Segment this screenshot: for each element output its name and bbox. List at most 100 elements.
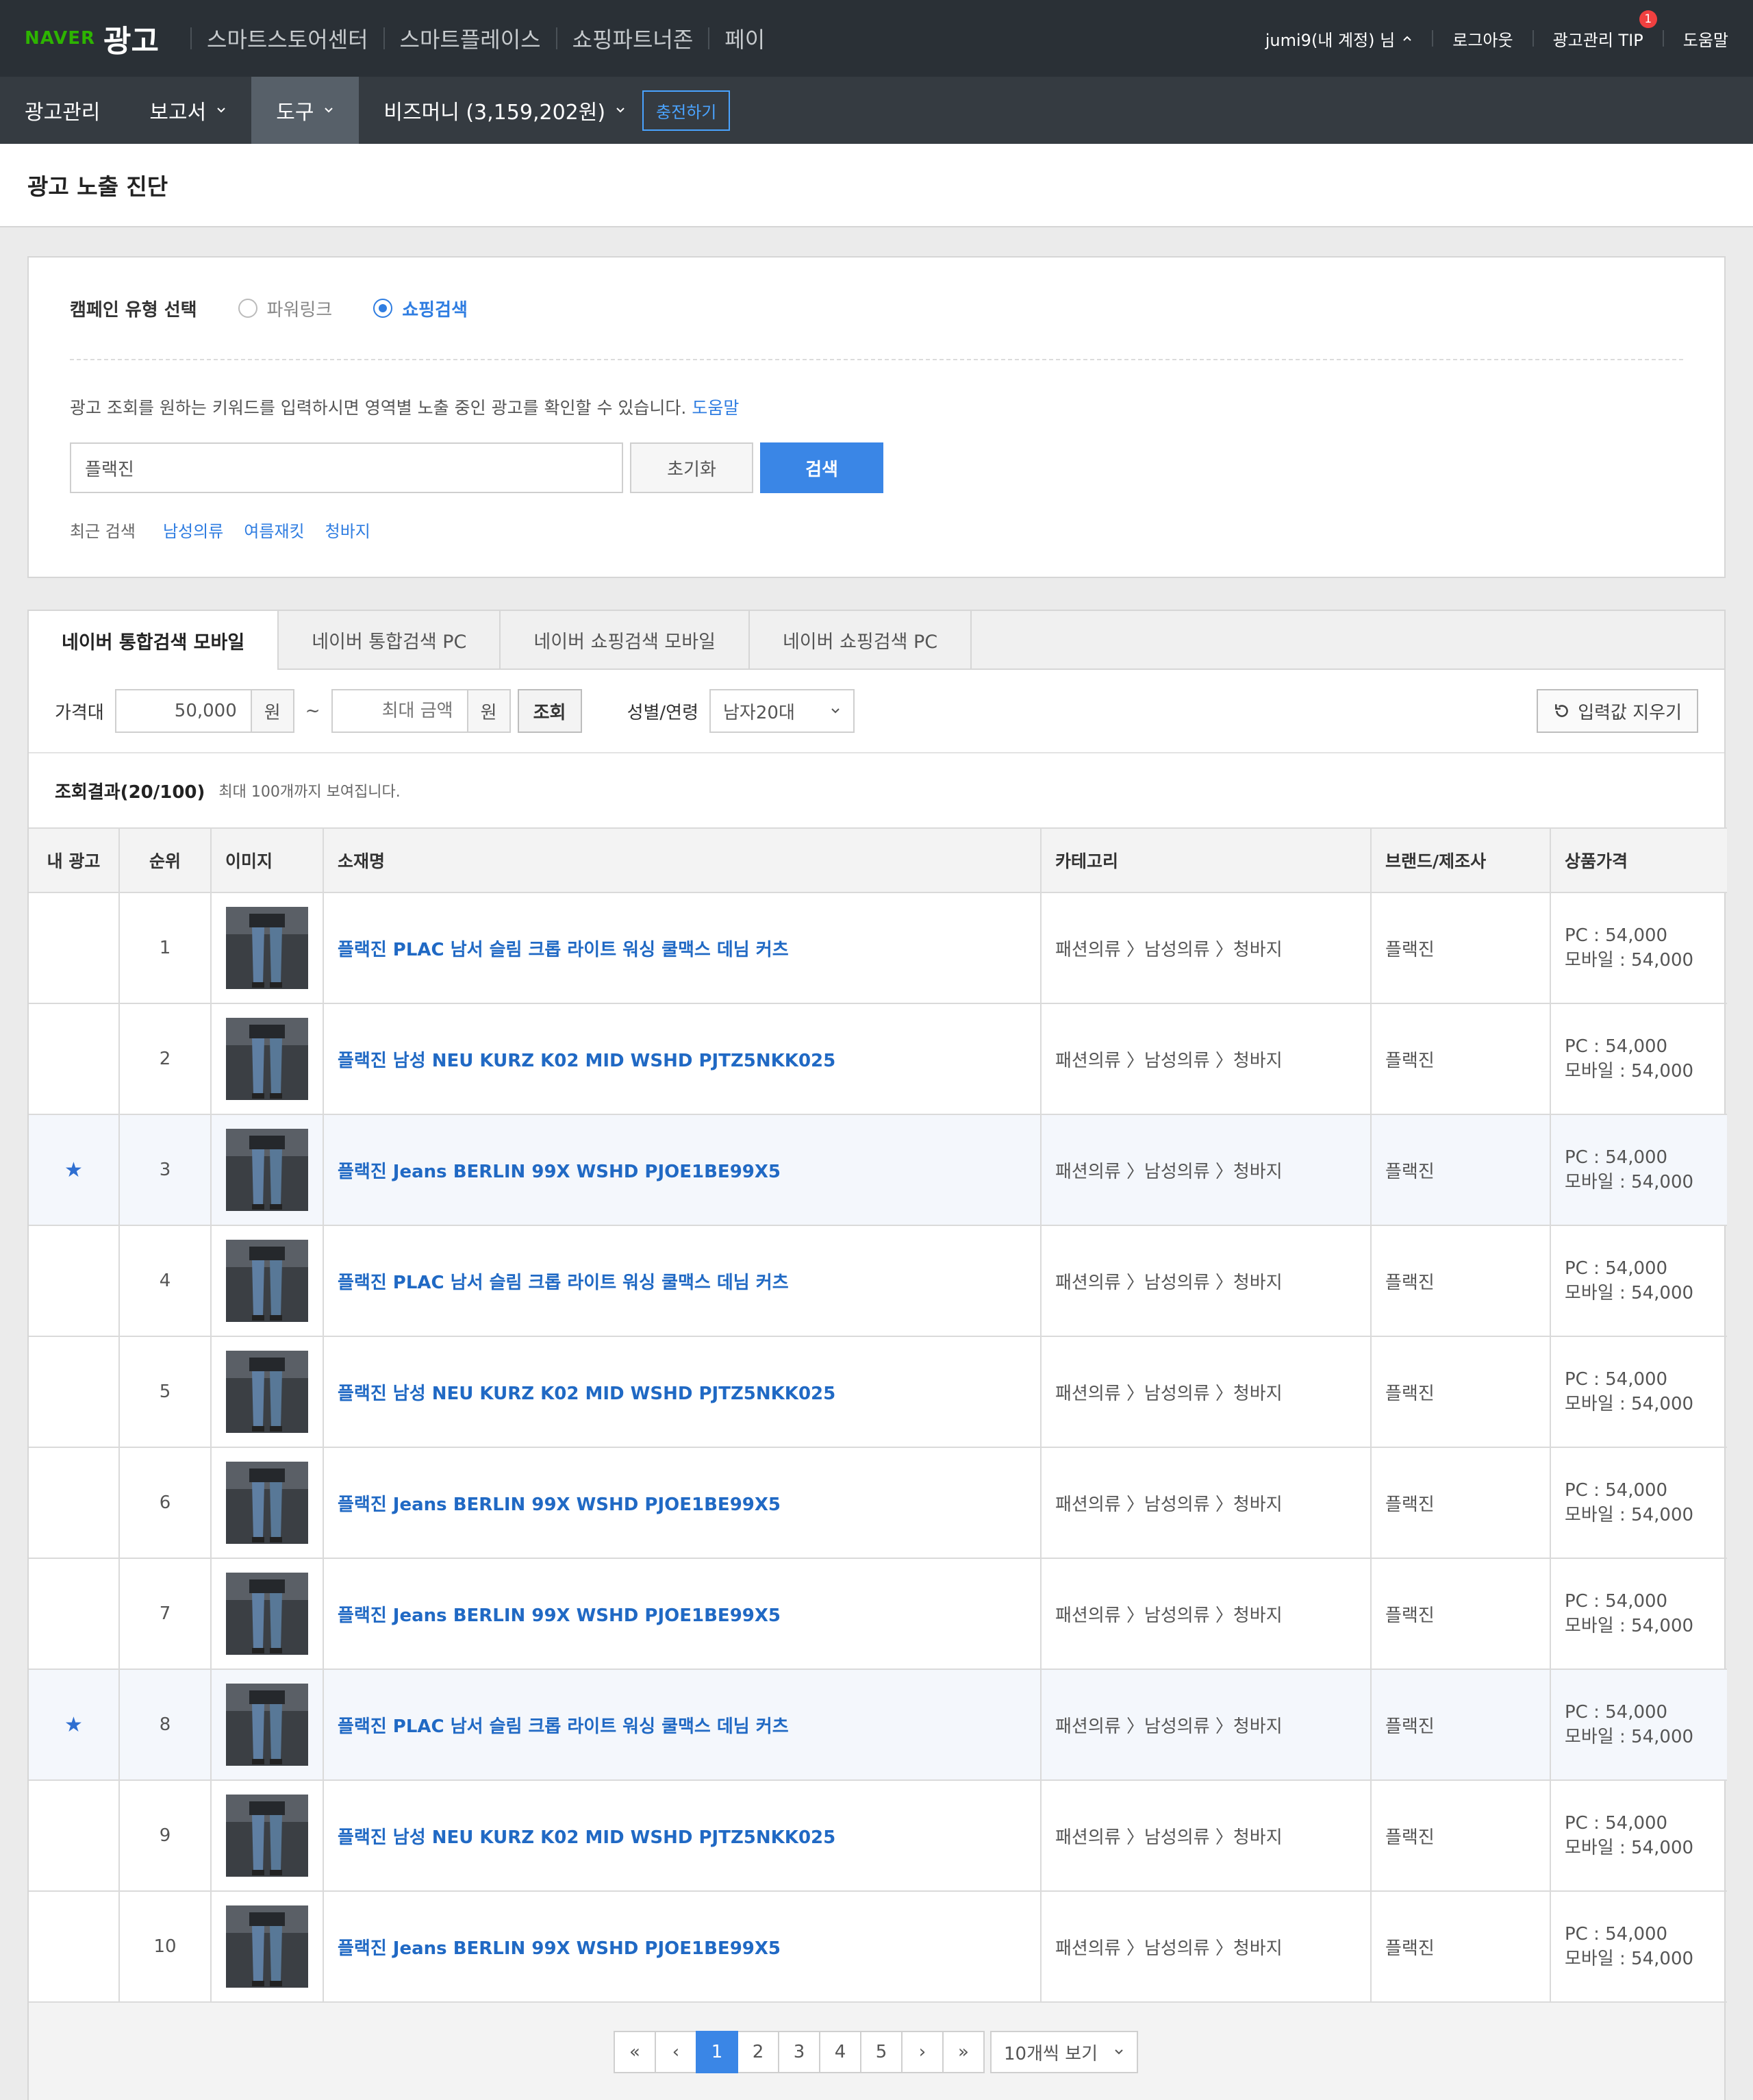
results-panel: 네이버 통합검색 모바일 네이버 통합검색 PC 네이버 쇼핑검색 모바일 네이… [27,610,1727,2100]
product-thumbnail[interactable] [226,1795,308,1877]
price-cell: PC : 54,000 모바일 : 54,000 [1550,1558,1727,1670]
my-ad-cell [29,1779,120,1892]
product-thumbnail[interactable] [226,907,308,989]
price-cell: PC : 54,000 모바일 : 54,000 [1550,1336,1727,1448]
search-button[interactable]: 검색 [760,442,883,493]
campaign-type-label: 캠페인 유형 선택 [70,299,197,321]
min-price-unit: 원 [251,689,294,733]
charge-button[interactable]: 충전하기 [642,90,731,131]
rank-cell: 2 [118,1003,212,1115]
user-account-toggle[interactable]: jumi9(내 계정) 님 [1265,27,1413,51]
radio-powerlink[interactable]: 파워링크 [238,296,332,321]
recent-keyword[interactable]: 청바지 [325,518,370,542]
logo-naver-text: NAVER [25,28,96,49]
product-thumbnail[interactable] [226,1462,308,1544]
my-ad-star-icon: ★ [64,1158,83,1182]
chevron-up-icon [1403,36,1411,41]
page-button[interactable]: 2 [737,2031,779,2073]
clear-inputs-button[interactable]: 입력값 지우기 [1537,689,1698,733]
product-name-link[interactable]: 플랙진 남성 NEU KURZ K02 MID WSHD PJTZ5NKK025 [338,1051,835,1071]
help-link[interactable]: 도움말 [1683,27,1728,51]
my-ad-cell [29,1890,120,2003]
nav-reports-label: 보고서 [149,101,207,125]
search-panel: 캠페인 유형 선택 파워링크 쇼핑검색 광고 조회를 원하는 키워드를 입력하시… [27,256,1726,578]
keyword-input[interactable] [70,442,623,493]
image-cell [210,1668,324,1781]
nav-shopping-partner-zone[interactable]: 쇼핑파트너존 [572,23,694,54]
price-cell: PC : 54,000 모바일 : 54,000 [1550,1225,1727,1337]
naver-ad-logo[interactable]: NAVER 광고 [25,16,159,60]
last-page-button[interactable]: » [942,2031,985,2073]
product-name-link[interactable]: 플랙진 남성 NEU KURZ K02 MID WSHD PJTZ5NKK025 [338,1384,835,1404]
product-name-link[interactable]: 플랙진 PLAC 남서 슬림 크롭 라이트 워싱 쿨맥스 데님 커츠 [338,940,789,960]
main-nav: 광고관리 보고서 도구 비즈머니 (3,159,202원) 충전하기 [0,77,1753,144]
product-name-link[interactable]: 플랙진 Jeans BERLIN 99X WSHD PJOE1BE99X5 [338,1162,781,1182]
tab-shopping-pc[interactable]: 네이버 쇼핑검색 PC [750,611,972,668]
nav-ad-management-label: 광고관리 [25,101,101,125]
page-size-select[interactable]: 10개씩 보기 [990,2031,1138,2073]
gender-age-label: 성별/연령 [627,702,699,723]
result-summary: 조회결과(20/100) 최대 100개까지 보여집니다. [29,753,1724,827]
product-thumbnail[interactable] [226,1129,308,1211]
tab-shopping-mobile[interactable]: 네이버 쇼핑검색 모바일 [501,611,750,668]
search-row: 초기화 검색 [70,442,1683,493]
price-cell: PC : 54,000 모바일 : 54,000 [1550,1003,1727,1115]
creative-name-cell: 플랙진 남성 NEU KURZ K02 MID WSHD PJTZ5NKK025 [323,1779,1042,1892]
product-name-link[interactable]: 플랙진 Jeans BERLIN 99X WSHD PJOE1BE99X5 [338,1938,781,1959]
page-button[interactable]: 3 [778,2031,820,2073]
rank-cell: 7 [118,1558,212,1670]
max-price-input[interactable] [331,689,468,733]
min-price-input[interactable] [114,689,252,733]
divider [555,27,557,49]
product-name-link[interactable]: 플랙진 PLAC 남서 슬림 크롭 라이트 워싱 쿨맥스 데님 커츠 [338,1273,789,1293]
chevron-down-icon [1115,2049,1123,2055]
product-thumbnail[interactable] [226,1240,308,1322]
product-thumbnail[interactable] [226,1351,308,1433]
gender-age-select[interactable]: 남자20대 [709,689,855,733]
table-row: 2 플랙진 남성 NEU KURZ K02 MID WSHD PJTZ5NKK02… [29,1003,1727,1115]
mobile-price: 모바일 : 54,000 [1565,1838,1694,1858]
nav-smartstore-center[interactable]: 스마트스토어센터 [207,23,368,54]
logout-link[interactable]: 로그아웃 [1452,27,1513,51]
rank-cell: 1 [118,892,212,1004]
page-button[interactable]: 1 [696,2031,738,2073]
product-thumbnail[interactable] [226,1018,308,1100]
product-thumbnail[interactable] [226,1573,308,1655]
product-name-link[interactable]: 플랙진 PLAC 남서 슬림 크롭 라이트 워싱 쿨맥스 데님 커츠 [338,1716,789,1737]
nav-smartplace[interactable]: 스마트플레이스 [400,23,541,54]
product-thumbnail[interactable] [226,1905,308,1988]
page-button[interactable]: 5 [860,2031,903,2073]
image-cell [210,1114,324,1226]
nav-reports[interactable]: 보고서 [125,77,251,144]
tab-integrated-mobile[interactable]: 네이버 통합검색 모바일 [29,611,279,670]
product-thumbnail[interactable] [226,1684,308,1766]
product-name-link[interactable]: 플랙진 남성 NEU KURZ K02 MID WSHD PJTZ5NKK025 [338,1827,835,1848]
ad-tip-link[interactable]: 광고관리 TIP 1 [1553,10,1657,51]
table-row: 6 플랙진 Jeans BERLIN 99X WSHD PJOE1BE99X5 패션… [29,1447,1727,1559]
recent-keyword[interactable]: 여름재킷 [244,518,304,542]
category-cell: 패션의류 〉남성의류 〉청바지 [1040,1225,1372,1337]
nav-tools[interactable]: 도구 [251,77,360,144]
user-name: jumi9(내 계정) 님 [1265,30,1396,50]
clear-inputs-label: 입력값 지우기 [1578,702,1682,723]
first-page-button[interactable]: « [614,2031,656,2073]
product-name-link[interactable]: 플랙진 Jeans BERLIN 99X WSHD PJOE1BE99X5 [338,1495,781,1515]
radio-shopping-search[interactable]: 쇼핑검색 [373,296,468,321]
recent-keyword[interactable]: 남성의류 [163,518,223,542]
reset-button[interactable]: 초기화 [630,442,753,493]
divider [383,27,385,49]
search-help-link[interactable]: 도움말 [692,398,739,418]
next-page-button[interactable]: › [901,2031,944,2073]
table-row: 10 플랙진 Jeans BERLIN 99X WSHD PJOE1BE99X5 패… [29,1890,1727,2003]
page-button[interactable]: 4 [819,2031,861,2073]
prev-page-button[interactable]: ‹ [655,2031,697,2073]
tab-integrated-pc[interactable]: 네이버 통합검색 PC [279,611,501,668]
pc-price: PC : 54,000 [1565,1813,1668,1834]
nav-bizmoney[interactable]: 비즈머니 (3,159,202원) [359,77,626,144]
divider [1662,30,1664,47]
nav-ad-management[interactable]: 광고관리 [0,77,125,144]
product-name-link[interactable]: 플랙진 Jeans BERLIN 99X WSHD PJOE1BE99X5 [338,1605,781,1626]
price-cell: PC : 54,000 모바일 : 54,000 [1550,1779,1727,1892]
query-button[interactable]: 조회 [517,689,582,733]
nav-pay[interactable]: 페이 [724,23,765,54]
